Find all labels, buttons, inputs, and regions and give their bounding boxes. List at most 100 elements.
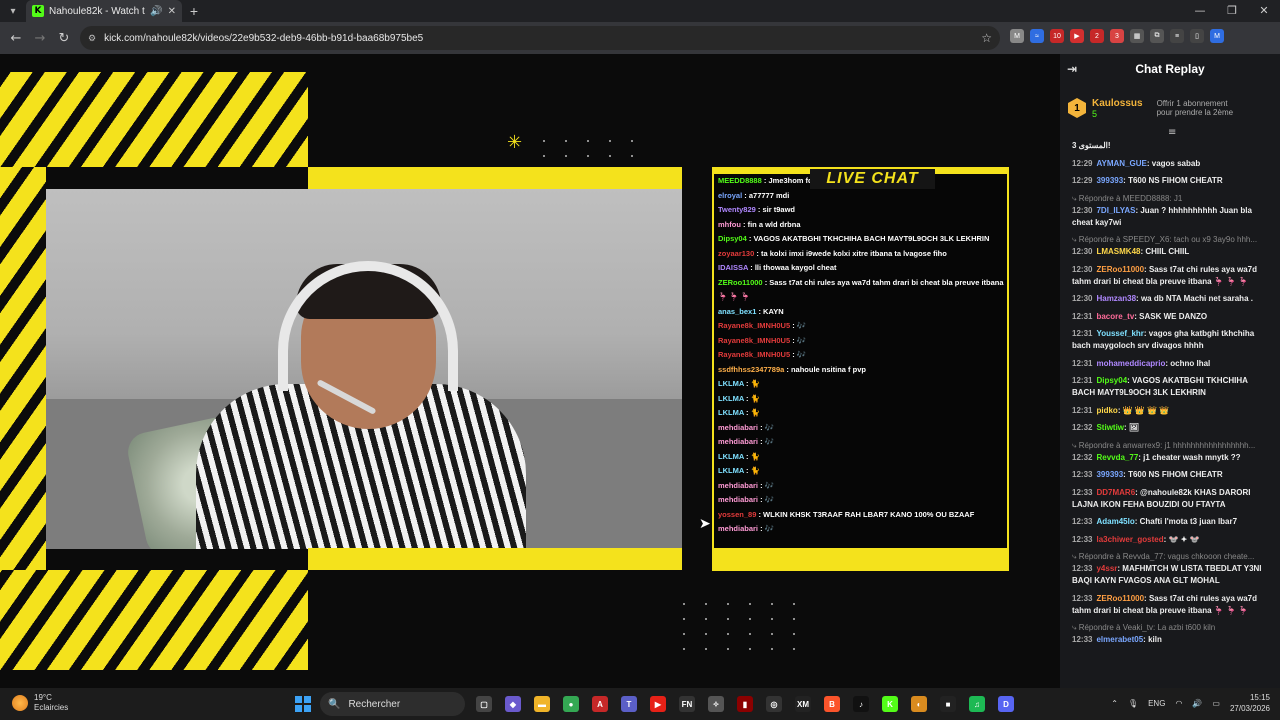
app-dark-icon[interactable]: ■ [940, 696, 956, 712]
forward-icon[interactable]: → [28, 31, 52, 46]
message-username[interactable]: Adam45lo [1096, 517, 1134, 526]
browser-tab-bar: ▾ K Nahoule82k - Watch the VO 🔊 ✕ + — ❐ … [0, 0, 1280, 22]
ext-badge-icon[interactable]: 2 [1090, 29, 1104, 43]
overlay-chat-text: 🎶 [764, 495, 775, 504]
overlay-chat-text: a77777 mdi [748, 190, 790, 200]
filter-icon[interactable]: ≡ [1168, 127, 1176, 138]
message-username[interactable]: 7DI_ILYAS [1096, 206, 1135, 215]
fn-icon[interactable]: FN [679, 696, 695, 712]
sun-icon [12, 695, 28, 711]
message-username[interactable]: pidko [1096, 406, 1117, 415]
ext-list-icon[interactable]: ≡ [1170, 29, 1184, 43]
clock[interactable]: 15:15 27/03/2026 [1230, 692, 1270, 714]
tiktok-icon[interactable]: ♪ [853, 696, 869, 712]
audio-icon[interactable]: 🔊 [150, 6, 162, 17]
message-username[interactable]: y4ssr [1096, 564, 1117, 573]
weather-widget[interactable]: 19°C Eclaircies [12, 693, 68, 713]
ext-sound-icon[interactable]: ≈ [1030, 29, 1044, 43]
overlay-chat-username: MEEDD8888 [718, 176, 762, 185]
obs-icon[interactable]: ◎ [766, 696, 782, 712]
battery-icon[interactable]: ▭ [1212, 699, 1220, 708]
overlay-chat-line: LKLMA : 🐈 [718, 394, 760, 404]
message-username[interactable]: Youssef_khr [1096, 329, 1143, 338]
mic-icon[interactable]: 🎙 [1128, 699, 1138, 708]
acrobat-icon[interactable]: A [592, 696, 608, 712]
minimize-icon[interactable]: — [1184, 0, 1216, 22]
tab-active[interactable]: K Nahoule82k - Watch the VO 🔊 ✕ [26, 0, 182, 22]
youtube-icon[interactable]: ▶ [650, 696, 666, 712]
close-tab-icon[interactable]: ✕ [168, 6, 176, 17]
message-username[interactable]: la3chiwer_gosted [1096, 535, 1163, 544]
overlay-chat-username: LKLMA [718, 379, 744, 388]
message-username[interactable]: ZERoo11000 [1096, 265, 1144, 274]
ext-m-icon[interactable]: M [1010, 29, 1024, 43]
message-username[interactable]: Dipsy04 [1096, 376, 1127, 385]
app-red-icon[interactable]: ▮ [737, 696, 753, 712]
gift-sub-cta[interactable]: Offrir 1 abonnement pour prendre la 2ème [1157, 99, 1234, 117]
xm-icon[interactable]: XM [795, 696, 811, 712]
discord-icon[interactable]: D [998, 696, 1014, 712]
message-username[interactable]: DD7MAR6 [1096, 488, 1135, 497]
message-username[interactable]: 399393 [1096, 470, 1123, 479]
ext-puzzle-icon[interactable]: ▦ [1130, 29, 1144, 43]
ext-shield-icon[interactable]: 3 [1110, 29, 1124, 43]
volume-icon[interactable]: 🔊 [1192, 699, 1202, 708]
separator: : [758, 495, 765, 504]
separator: : [790, 321, 797, 330]
collapse-chat-icon[interactable]: ⇥ [1067, 62, 1077, 76]
close-window-icon[interactable]: ✕ [1248, 0, 1280, 22]
copilot-icon[interactable]: ◆ [505, 696, 521, 712]
start-button[interactable] [295, 696, 311, 712]
overlay-chat-username: mehdiabari [718, 495, 759, 504]
taskbar-search[interactable]: 🔍 Rechercher [320, 692, 465, 716]
overlay-chat-line: mehdiabari : 🎶 [718, 495, 774, 505]
message-username[interactable]: Hamzan38 [1096, 294, 1136, 303]
weather-condition: Eclaircies [34, 703, 69, 712]
ext-red-icon[interactable]: 10 [1050, 29, 1064, 43]
overlay-chat-text: Sass t7at chi rules aya wa7d tahm drari … [769, 277, 1004, 287]
ext-sidebar-icon[interactable]: ▯ [1190, 29, 1204, 43]
message-username[interactable]: Stiwtiw [1096, 423, 1124, 432]
app-icon[interactable]: ✧ [708, 696, 724, 712]
app-orange-icon[interactable]: ◐ [911, 696, 927, 712]
maximize-icon[interactable]: ❐ [1216, 0, 1248, 22]
message-username[interactable]: AYMAN_GUE [1096, 159, 1146, 168]
spotify-icon[interactable]: ♫ [969, 696, 985, 712]
ext-extensions-icon[interactable]: ⧉ [1150, 29, 1164, 43]
file-explorer-icon[interactable]: ▬ [534, 696, 550, 712]
message-timestamp: 12:31 [1072, 376, 1093, 385]
message-username[interactable]: bacore_tv [1096, 312, 1134, 321]
ext-youtube-icon[interactable]: ▶ [1070, 29, 1084, 43]
profile-avatar-icon[interactable]: M [1210, 29, 1224, 43]
message-username[interactable]: mohameddicaprio [1096, 359, 1165, 368]
separator: : [758, 437, 765, 446]
kick-icon[interactable]: K [882, 696, 898, 712]
wifi-icon[interactable]: ◠ [1175, 699, 1182, 708]
site-info-icon[interactable]: ⚙ [88, 33, 96, 44]
message-username[interactable]: elmerabet05 [1096, 635, 1143, 644]
message-timestamp: 12:30 [1072, 294, 1093, 303]
video-player[interactable]: ✳ MEEDD8888 : Jme3hom fds elroyal : a7777… [0, 54, 1060, 688]
tray-chevron-icon[interactable]: ⌃ [1111, 699, 1118, 708]
overlay-chat-line: ssdfhhss2347789a : nahoule nsitina f pvp [718, 365, 866, 375]
message-timestamp: 12:32 [1072, 423, 1093, 432]
tab-search-icon[interactable]: ▾ [0, 0, 26, 22]
pinned-gifter[interactable]: 1 Kaulossus 5 Offrir 1 abonnement pour p… [1068, 90, 1272, 126]
message-username[interactable]: LMASMK48 [1096, 247, 1140, 256]
reload-icon[interactable]: ↻ [52, 31, 76, 46]
message-username[interactable]: 399393 [1096, 176, 1123, 185]
back-icon[interactable]: ← [4, 31, 28, 46]
message-username[interactable]: ZERoo11000 [1096, 594, 1144, 603]
teams-icon[interactable]: T [621, 696, 637, 712]
message-text: ⤷ Répondre à Revvda_77: vagus chkooon ch… [1072, 552, 1255, 561]
new-tab-button[interactable]: + [182, 3, 206, 19]
brave-icon[interactable]: B [824, 696, 840, 712]
language-indicator[interactable]: ENG [1148, 699, 1165, 708]
bookmark-star-icon[interactable]: ☆ [981, 31, 992, 45]
overlay-chat-text: VAGOS AKATBGHI TKHCHIHA BACH MAYT9L9OCH … [753, 234, 990, 243]
message-username[interactable]: Revvda_77 [1096, 453, 1138, 462]
chrome-icon[interactable]: ● [563, 696, 579, 712]
task-view-icon[interactable]: ▢ [476, 696, 492, 712]
address-bar[interactable]: ⚙ kick.com/nahoule82k/videos/22e9b532-de… [80, 26, 1000, 50]
message-timestamp: 12:29 [1072, 176, 1093, 185]
